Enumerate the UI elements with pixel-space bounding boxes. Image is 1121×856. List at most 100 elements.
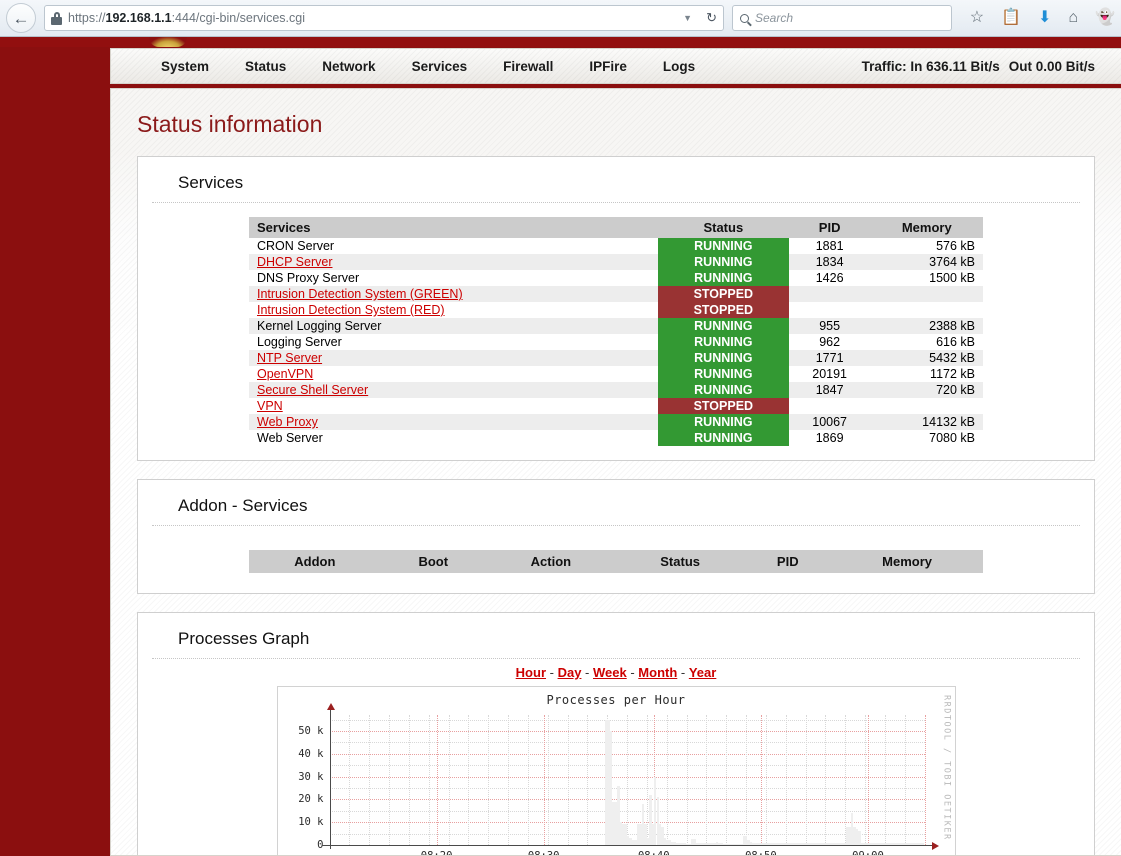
gridline-v-minor	[666, 715, 668, 845]
gridline-v-minor	[686, 715, 688, 845]
nav-item-logs[interactable]: Logs	[645, 59, 713, 74]
y-tick-label: 50 k	[298, 724, 324, 737]
service-link[interactable]: Web Proxy	[257, 415, 318, 429]
gridline-v-minor	[369, 715, 371, 845]
service-link[interactable]: OpenVPN	[257, 367, 313, 381]
back-arrow-icon[interactable]: ←	[6, 3, 36, 33]
gridline-v-minor	[408, 715, 410, 845]
search-input[interactable]: Search	[732, 5, 952, 31]
download-icon[interactable]: ⬇	[1038, 10, 1051, 26]
service-link[interactable]: NTP Server	[257, 351, 322, 365]
table-row: VPN STOPPED	[249, 398, 983, 414]
service-name-cell[interactable]: OpenVPN	[249, 366, 658, 382]
y-tick-label: 10 k	[298, 816, 324, 829]
nav-item-services[interactable]: Services	[394, 59, 486, 74]
table-row: DNS Proxy Server RUNNING 1426 1500 kB	[249, 270, 983, 286]
service-link[interactable]: Intrusion Detection System (RED)	[257, 303, 445, 317]
gridline-v-minor	[488, 715, 490, 845]
service-pid-cell: 1881	[788, 238, 871, 254]
x-tick-label: 08:30	[527, 850, 560, 856]
service-memory-cell	[870, 398, 983, 414]
service-memory-cell: 2388 kB	[870, 318, 983, 334]
range-link-month[interactable]: Month	[638, 665, 677, 680]
chart-title: Processes per Hour	[546, 693, 686, 707]
service-link[interactable]: VPN	[257, 399, 283, 413]
service-name-cell[interactable]: Intrusion Detection System (GREEN)	[249, 286, 658, 302]
col-boot: Boot	[380, 550, 486, 573]
main-navigation: System Status Network Services Firewall …	[110, 48, 1121, 84]
service-pid-cell: 10067	[788, 414, 871, 430]
services-table-header-row: Services Status PID Memory	[249, 217, 983, 238]
table-row: Intrusion Detection System (RED) STOPPED	[249, 302, 983, 318]
url-text: https://192.168.1.1:444/cgi-bin/services…	[68, 11, 305, 25]
service-name-cell[interactable]: Web Proxy	[249, 414, 658, 430]
service-pid-cell	[788, 286, 871, 302]
ghost-icon[interactable]: 👻	[1095, 10, 1115, 26]
services-panel-body: Services Status PID Memory CRON Server RU…	[138, 203, 1094, 460]
page-title: Status information	[137, 111, 323, 137]
col-status: Status	[657, 217, 789, 238]
reader-mode-icon[interactable]: 📋	[1001, 10, 1021, 26]
gridline-v-minor	[706, 715, 708, 845]
home-icon[interactable]: ⌂	[1068, 10, 1078, 26]
x-tick-label: 09:00	[852, 850, 884, 856]
table-row: Web Proxy RUNNING 10067 14132 kB	[249, 414, 983, 430]
nav-item-status[interactable]: Status	[227, 59, 304, 74]
gridline-v-major	[760, 715, 762, 845]
col-addon: Addon	[249, 550, 381, 573]
url-bar[interactable]: https://192.168.1.1:444/cgi-bin/services…	[44, 5, 724, 31]
service-pid-cell	[788, 398, 871, 414]
service-name-cell[interactable]: Intrusion Detection System (RED)	[249, 302, 658, 318]
service-name-cell[interactable]: VPN	[249, 398, 658, 414]
graph-panel-heading: Processes Graph	[152, 613, 1080, 659]
addon-panel-heading: Addon - Services	[152, 480, 1080, 526]
range-separator: -	[546, 665, 558, 680]
service-name-cell[interactable]: DHCP Server	[249, 254, 658, 270]
service-name-cell[interactable]: Secure Shell Server	[249, 382, 658, 398]
nav-item-firewall[interactable]: Firewall	[485, 59, 571, 74]
service-pid-cell: 1869	[788, 430, 871, 446]
range-link-week[interactable]: Week	[593, 665, 627, 680]
service-pid-cell: 1771	[788, 350, 871, 366]
ipfire-logo-glow	[149, 37, 187, 47]
gridline-v-minor	[508, 715, 509, 845]
processes-graph-panel: Processes Graph Hour - Day - Week - Mont…	[137, 612, 1095, 856]
x-tick-label: 08:40	[637, 850, 670, 856]
chart-plot-area	[329, 715, 926, 845]
service-pid-cell: 1847	[788, 382, 871, 398]
nav-item-ipfire[interactable]: IPFire	[571, 59, 645, 74]
status-badge: RUNNING	[657, 238, 789, 254]
graph-panel-body: Hour - Day - Week - Month - Year Process…	[138, 659, 1094, 856]
service-memory-cell: 7080 kB	[870, 430, 983, 446]
chevron-down-icon[interactable]: ▼	[683, 13, 692, 23]
table-row: Logging Server RUNNING 962 616 kB	[249, 334, 983, 350]
service-name-cell[interactable]: NTP Server	[249, 350, 658, 366]
nav-items: System Status Network Services Firewall …	[143, 59, 713, 74]
reload-icon[interactable]: ↻	[706, 10, 717, 26]
gridline-v-major	[543, 715, 545, 845]
status-badge: RUNNING	[657, 318, 789, 334]
table-row: CRON Server RUNNING 1881 576 kB	[249, 238, 983, 254]
status-badge: RUNNING	[657, 430, 789, 446]
status-badge: STOPPED	[657, 302, 789, 318]
status-badge: STOPPED	[657, 286, 789, 302]
nav-item-system[interactable]: System	[143, 59, 227, 74]
service-link[interactable]: DHCP Server	[257, 255, 332, 269]
service-link[interactable]: Intrusion Detection System (GREEN)	[257, 287, 463, 301]
gridline-v-major	[436, 715, 438, 845]
chart-y-axis	[326, 703, 335, 849]
service-memory-cell: 5432 kB	[870, 350, 983, 366]
service-memory-cell: 1500 kB	[870, 270, 983, 286]
service-link[interactable]: Secure Shell Server	[257, 383, 368, 397]
gridline-v-minor	[865, 715, 866, 845]
y-tick-label: 40 k	[298, 747, 324, 760]
rrdtool-watermark: RRDTOOL / TOBI OETIKER	[941, 695, 952, 841]
col-action: Action	[485, 550, 616, 573]
gridline-v-minor	[627, 715, 628, 845]
service-memory-cell: 720 kB	[870, 382, 983, 398]
range-link-hour[interactable]: Hour	[516, 665, 546, 680]
range-link-day[interactable]: Day	[558, 665, 582, 680]
nav-item-network[interactable]: Network	[304, 59, 393, 74]
range-link-year[interactable]: Year	[689, 665, 716, 680]
star-icon[interactable]: ☆	[970, 10, 984, 26]
